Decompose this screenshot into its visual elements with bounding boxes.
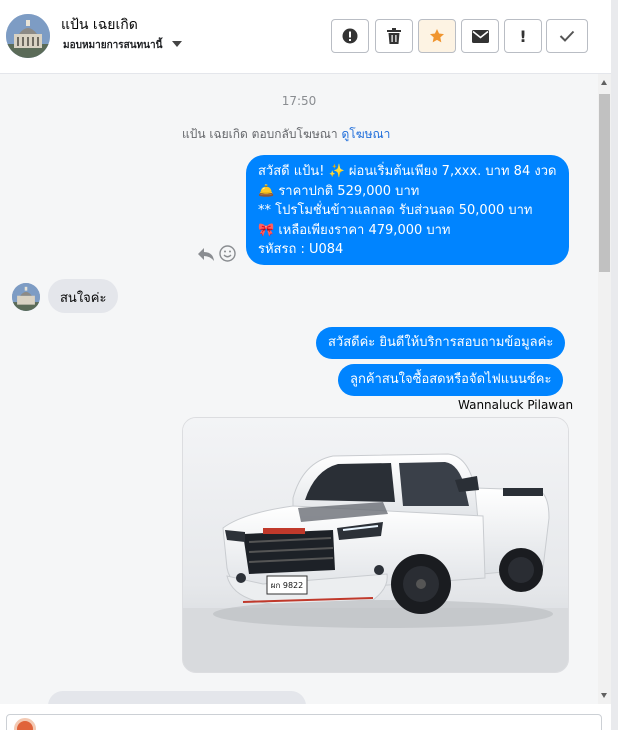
message-actions: [197, 244, 237, 264]
mark-done-button[interactable]: [546, 19, 588, 53]
ad-reply-text: แป้น เฉยเกิด ตอบกลับโฆษณา: [182, 127, 338, 141]
check-icon: [559, 30, 575, 42]
star-icon: [430, 29, 444, 43]
scroll-down-arrow-icon[interactable]: [601, 693, 607, 698]
trash-icon: [387, 28, 401, 44]
scroll-thumb[interactable]: [599, 94, 610, 272]
message-timestamp: 17:50: [281, 94, 317, 108]
sender-name: Wannaluck Pilawan: [458, 398, 574, 412]
envelope-icon: [471, 29, 489, 43]
ad-line-final-price: 🎀 เหลือเพียงราคา 479,000 บาท: [258, 222, 451, 238]
license-plate-text: ผก 9822: [271, 581, 303, 590]
follow-up-button[interactable]: !: [504, 19, 542, 53]
contact-name: แป้น เฉยเกิด: [61, 17, 138, 33]
conversation-scrollbar[interactable]: [598, 74, 611, 704]
ad-line-promo: ** โปรโมชั่นข้าวแลกลด รับส่วนลด 50,000 บ…: [258, 203, 533, 218]
incoming-message-bubble: สนใจค่ะ: [48, 279, 119, 313]
reply-icon[interactable]: [197, 246, 215, 262]
scroll-up-arrow-icon[interactable]: [601, 80, 607, 85]
outgoing-message-bubble: สวัสดีค่ะ ยินดีให้บริการสอบถามข้อมูลค่ะ: [316, 327, 566, 359]
message-input[interactable]: [6, 714, 602, 730]
exclamation-icon: !: [519, 26, 527, 46]
spam-button[interactable]: [331, 19, 369, 53]
star-button[interactable]: [418, 19, 456, 53]
outgoing-message-bubble: ลูกค้าสนใจซื้อสดหรือจัดไฟแนนซ์คะ: [338, 364, 564, 396]
alert-circle-icon: [342, 28, 358, 44]
incoming-message-bubble-partial: [48, 691, 306, 704]
car-photo-attachment[interactable]: ผก 9822: [182, 417, 569, 673]
delete-button[interactable]: [375, 19, 413, 53]
ad-line-intro: สวัสดี แป้น! ✨ ผ่อนเริ่มต้นเพียง 7,xxx. …: [258, 164, 557, 179]
ad-message-bubble: สวัสดี แป้น! ✨ ผ่อนเริ่มต้นเพียง 7,xxx. …: [246, 155, 569, 265]
panel-edge: [611, 0, 618, 730]
conversation-header: แป้น เฉยเกิด มอบหมายการสนทนานี้ !: [0, 0, 611, 74]
mark-unread-button[interactable]: [461, 19, 499, 53]
message-thread: 17:50 แป้น เฉยเกิด ตอบกลับโฆษณา ดูโฆษณา …: [0, 74, 598, 704]
ad-line-price: 🛎️ ราคาปกติ 529,000 บาท: [258, 183, 420, 199]
assign-conversation-link[interactable]: มอบหมายการสนทนานี้: [63, 38, 162, 53]
emoji-react-icon[interactable]: [219, 245, 236, 262]
contact-avatar[interactable]: [6, 14, 50, 58]
building-avatar-image: [6, 14, 50, 58]
caret-down-icon[interactable]: [172, 41, 182, 47]
ad-line-car-code: รหัสรถ : U084: [258, 242, 344, 257]
building-avatar-image: [12, 283, 40, 311]
pickup-truck-image: ผก 9822: [183, 418, 568, 672]
contact-avatar-small: [12, 283, 40, 311]
message-composer: [0, 704, 611, 730]
ad-reply-note: แป้น เฉยเกิด ตอบกลับโฆษณา ดูโฆษณา: [182, 125, 390, 144]
view-ad-link[interactable]: ดูโฆษณา: [341, 127, 390, 141]
